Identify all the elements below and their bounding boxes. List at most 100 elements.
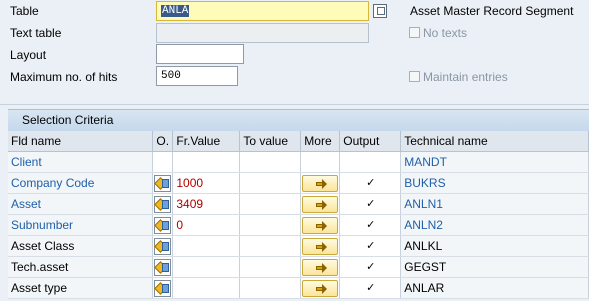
arrow-right-icon [316, 242, 328, 252]
option-cell [152, 172, 174, 194]
selection-option-icon[interactable] [154, 196, 172, 213]
more-cell [300, 151, 341, 173]
selection-table: Fld name O. Fr.Value To value More Outpu… [8, 131, 589, 299]
field-name: Tech.asset [8, 256, 154, 278]
maintain-entries-label: Maintain entries [423, 70, 508, 84]
technical-name: MANDT [400, 151, 589, 173]
from-value-input[interactable]: 1000 [172, 172, 241, 194]
arrow-right-icon [316, 221, 328, 231]
more-cell [300, 172, 341, 194]
option-cell [152, 277, 174, 299]
output-cell: ✓ [339, 256, 402, 278]
selection-option-icon[interactable] [154, 175, 172, 192]
table-input-value: ANLA [161, 5, 190, 17]
col-header-option[interactable]: O. [152, 131, 174, 152]
technical-name: ANLAR [400, 277, 589, 299]
more-cell [300, 214, 341, 236]
option-cell [152, 256, 174, 278]
col-header-from-value[interactable]: Fr.Value [172, 131, 241, 152]
field-name: Asset Class [8, 235, 154, 257]
output-cell: ✓ [339, 235, 402, 257]
multiple-selection-button[interactable] [302, 196, 339, 213]
table-row: Client MANDT [8, 151, 589, 173]
no-texts-checkbox[interactable] [409, 27, 420, 38]
field-name: Asset [8, 193, 154, 215]
field-name: Client [8, 151, 154, 173]
table-label: Table [10, 4, 39, 18]
technical-name: GEGST [400, 256, 589, 278]
maintain-entries-checkbox[interactable] [409, 71, 420, 82]
multiple-selection-button[interactable] [302, 238, 339, 255]
output-checkbox[interactable]: ✓ [365, 178, 376, 189]
output-cell: ✓ [339, 214, 402, 236]
to-value-input[interactable] [239, 151, 302, 173]
table-row: Subnumber 0 ✓ ANLN2 [8, 214, 589, 236]
value-help-icon[interactable] [373, 4, 387, 18]
more-cell [300, 235, 341, 257]
output-checkbox[interactable]: ✓ [365, 241, 376, 252]
text-table-label: Text table [10, 26, 62, 40]
to-value-input[interactable] [239, 235, 302, 257]
output-checkbox[interactable]: ✓ [365, 220, 376, 231]
option-cell [152, 235, 174, 257]
to-value-input[interactable] [239, 193, 302, 215]
text-table-input [156, 23, 369, 43]
header-panel: Table ANLA Asset Master Record Segment T… [0, 0, 589, 104]
output-cell: ✓ [339, 193, 402, 215]
col-header-to-value[interactable]: To value [239, 131, 302, 152]
table-row: Tech.asset ✓ GEGST [8, 256, 589, 278]
output-cell: ✓ [339, 277, 402, 299]
table-row: Company Code 1000 ✓ BUKRS [8, 172, 589, 194]
table-input[interactable]: ANLA [156, 1, 369, 21]
more-cell [300, 277, 341, 299]
layout-input[interactable] [156, 44, 244, 64]
to-value-input[interactable] [239, 277, 302, 299]
selection-option-icon[interactable] [154, 259, 172, 276]
selection-option-icon[interactable] [154, 217, 172, 234]
section-divider [0, 104, 589, 105]
to-value-input[interactable] [239, 214, 302, 236]
technical-name: ANLN2 [400, 214, 589, 236]
more-cell [300, 256, 341, 278]
from-value-input[interactable] [172, 151, 241, 173]
output-cell: ✓ [339, 172, 402, 194]
from-value-input[interactable]: 3409 [172, 193, 241, 215]
layout-label: Layout [10, 48, 47, 62]
technical-name: ANLKL [400, 235, 589, 257]
from-value-input[interactable] [172, 277, 241, 299]
output-checkbox[interactable] [365, 157, 376, 168]
from-value-input[interactable] [172, 256, 241, 278]
output-checkbox[interactable]: ✓ [365, 262, 376, 273]
arrow-right-icon [316, 263, 328, 273]
no-texts-label: No texts [423, 26, 468, 40]
field-name: Asset type [8, 277, 154, 299]
from-value-input[interactable] [172, 235, 241, 257]
field-name: Subnumber [8, 214, 154, 236]
arrow-right-icon [316, 200, 328, 210]
option-cell [152, 193, 174, 215]
header-row: Fld name O. Fr.Value To value More Outpu… [8, 131, 589, 152]
selection-option-icon[interactable] [154, 238, 172, 255]
col-header-output[interactable]: Output [339, 131, 402, 152]
arrow-right-icon [316, 179, 328, 189]
table-description: Asset Master Record Segment [410, 4, 574, 18]
multiple-selection-button[interactable] [302, 259, 339, 276]
multiple-selection-button[interactable] [302, 175, 339, 192]
to-value-input[interactable] [239, 172, 302, 194]
selection-option-icon[interactable] [154, 280, 172, 297]
technical-name: BUKRS [400, 172, 589, 194]
multiple-selection-button[interactable] [302, 280, 339, 297]
col-header-technical-name[interactable]: Technical name [400, 131, 589, 152]
output-checkbox[interactable]: ✓ [365, 199, 376, 210]
multiple-selection-button[interactable] [302, 217, 339, 234]
from-value-input[interactable]: 0 [172, 214, 241, 236]
col-header-field-name[interactable]: Fld name [8, 131, 154, 152]
to-value-input[interactable] [239, 256, 302, 278]
col-header-more[interactable]: More [300, 131, 341, 152]
table-row: Asset type ✓ ANLAR [8, 277, 589, 299]
output-cell [339, 151, 402, 173]
field-name: Company Code [8, 172, 154, 194]
output-checkbox[interactable]: ✓ [365, 283, 376, 294]
arrow-right-icon [316, 284, 328, 294]
max-hits-input[interactable]: 500 [156, 66, 238, 86]
